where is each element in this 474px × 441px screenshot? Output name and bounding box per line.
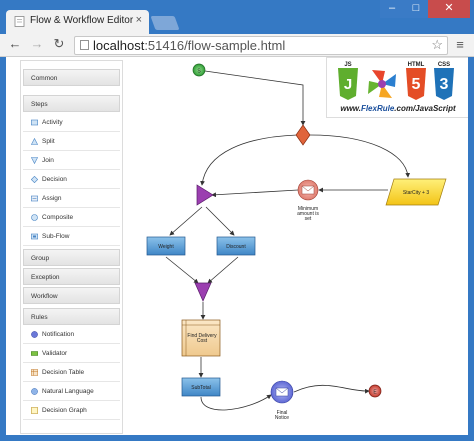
toolbox-item-label: Validator bbox=[42, 350, 68, 357]
toolbox-item-decision[interactable]: Decision bbox=[23, 170, 120, 189]
find-delivery-cost-node[interactable]: Find Delivery Cost bbox=[181, 319, 221, 357]
toolbox-item-split[interactable]: Split bbox=[23, 132, 120, 151]
back-button[interactable]: ← bbox=[6, 36, 24, 51]
section-steps[interactable]: Steps bbox=[23, 95, 120, 112]
reload-button[interactable]: ↻ bbox=[50, 36, 68, 52]
toolbox-item-subflow[interactable]: Sub-Flow bbox=[23, 227, 120, 246]
split-node[interactable] bbox=[196, 184, 214, 206]
connector-final-end bbox=[293, 384, 370, 394]
toolbox-item-label: Join bbox=[42, 157, 54, 164]
connector-decision-left bbox=[200, 134, 298, 186]
subflow-icon bbox=[31, 233, 38, 240]
discount-activity-node[interactable]: Discount bbox=[216, 236, 256, 256]
join-node[interactable] bbox=[194, 282, 212, 302]
toolbox-item-label: Decision Table bbox=[42, 369, 85, 376]
toolbox-item-label: Decision Graph bbox=[42, 407, 87, 414]
decision-icon bbox=[31, 176, 38, 183]
tab-title: Flow & Workflow Editor bbox=[30, 15, 134, 26]
section-group[interactable]: Group bbox=[23, 249, 120, 266]
bookmark-star-icon[interactable]: ☆ bbox=[431, 37, 443, 53]
url-path: :51416/flow-sample.html bbox=[144, 38, 286, 53]
notification-icon bbox=[31, 331, 38, 338]
section-exception[interactable]: Exception bbox=[23, 268, 120, 285]
activity-icon bbox=[31, 119, 38, 126]
close-window-button[interactable]: ✕ bbox=[428, 0, 470, 18]
start-node[interactable]: S bbox=[192, 63, 206, 77]
url-text: localhost:51416/flow-sample.html bbox=[93, 38, 285, 53]
svg-text:Notice: Notice bbox=[275, 415, 289, 421]
menu-icon[interactable]: ≡ bbox=[452, 37, 468, 52]
new-tab-button[interactable] bbox=[150, 16, 180, 30]
subtotal-activity-node[interactable]: SubTotal bbox=[181, 377, 221, 397]
flow-connectors bbox=[165, 70, 411, 411]
flow-canvas[interactable]: S StarCity + 3 Minimum amount is set Wei… bbox=[126, 57, 468, 435]
validator-icon bbox=[31, 351, 38, 356]
toolbox-item-label: Split bbox=[42, 138, 55, 145]
tab-close-button[interactable]: × bbox=[136, 14, 142, 26]
starcity-assign-node[interactable]: StarCity + 3 bbox=[385, 178, 447, 206]
decision-graph-icon bbox=[31, 407, 38, 414]
browser-tab[interactable]: Flow & Workflow Editor × bbox=[6, 10, 149, 34]
connector-weight-join bbox=[165, 256, 199, 284]
page-icon bbox=[14, 16, 25, 27]
toolbox-item-natural-language[interactable]: Natural Language bbox=[23, 382, 120, 401]
svg-text:set: set bbox=[305, 216, 312, 222]
minimize-button[interactable]: – bbox=[380, 0, 404, 18]
address-bar[interactable]: localhost:51416/flow-sample.html ☆ bbox=[74, 36, 448, 55]
decision-node[interactable] bbox=[295, 124, 311, 146]
toolbox-item-join[interactable]: Join bbox=[23, 151, 120, 170]
browser-window: Flow & Workflow Editor × – □ ✕ ← → ↻ loc… bbox=[0, 0, 474, 441]
forward-button[interactable]: → bbox=[28, 36, 46, 51]
toolbox-item-label: Natural Language bbox=[42, 388, 94, 395]
toolbox-item-composite[interactable]: Composite bbox=[23, 208, 120, 227]
composite-icon bbox=[31, 214, 38, 221]
split-icon bbox=[31, 138, 38, 145]
connector-split-weight bbox=[169, 206, 203, 236]
svg-text:Cost: Cost bbox=[197, 338, 208, 344]
toolbox-item-label: Sub-Flow bbox=[42, 233, 70, 240]
final-notice-notification-node[interactable]: Final Notice bbox=[270, 380, 294, 421]
toolbox-item-validator[interactable]: Validator bbox=[23, 344, 120, 363]
connector-subtotal-final bbox=[200, 394, 272, 411]
svg-text:Weight: Weight bbox=[158, 244, 174, 250]
svg-text:SubTotal: SubTotal bbox=[191, 385, 210, 391]
maximize-button[interactable]: □ bbox=[404, 0, 428, 18]
toolbox-item-label: Decision bbox=[42, 176, 67, 183]
join-icon bbox=[31, 157, 38, 164]
page-viewport: Common Steps Activity Split Join Decisio… bbox=[6, 57, 468, 435]
natural-language-icon bbox=[31, 388, 38, 395]
connector-start-decision bbox=[204, 70, 306, 126]
connector-decision-right bbox=[309, 134, 411, 178]
section-rules[interactable]: Rules bbox=[23, 308, 120, 325]
minimum-amount-notification-node[interactable]: Minimum amount is set bbox=[297, 179, 319, 222]
svg-text:StarCity + 3: StarCity + 3 bbox=[403, 190, 429, 196]
browser-toolbar: ← → ↻ localhost:51416/flow-sample.html ☆… bbox=[0, 34, 474, 57]
url-host: localhost bbox=[93, 38, 145, 53]
toolbox-item-label: Notification bbox=[42, 331, 75, 338]
weight-activity-node[interactable]: Weight bbox=[146, 236, 186, 256]
toolbox-item-assign[interactable]: Assign bbox=[23, 189, 120, 208]
title-bar: Flow & Workflow Editor × – □ ✕ bbox=[0, 0, 474, 34]
toolbox-item-label: Activity bbox=[42, 119, 63, 126]
decision-table-icon bbox=[31, 369, 38, 376]
svg-text:Discount: Discount bbox=[226, 244, 246, 250]
toolbox-item-decision-table[interactable]: Decision Table bbox=[23, 363, 120, 382]
section-common[interactable]: Common bbox=[23, 69, 120, 86]
toolbox-item-activity[interactable]: Activity bbox=[23, 113, 120, 132]
page-icon bbox=[80, 40, 89, 50]
toolbox-item-notification[interactable]: Notification bbox=[23, 325, 120, 344]
connector-minimum-split bbox=[211, 189, 299, 198]
section-workflow[interactable]: Workflow bbox=[23, 287, 120, 304]
toolbox-item-label: Assign bbox=[42, 195, 62, 202]
assign-icon bbox=[31, 195, 38, 202]
toolbox-item-label: Composite bbox=[42, 214, 74, 221]
connector-discount-join bbox=[207, 256, 239, 284]
toolbox-item-decision-graph[interactable]: Decision Graph bbox=[23, 401, 120, 420]
connector-split-discount bbox=[205, 206, 235, 236]
end-node[interactable]: E bbox=[368, 384, 382, 398]
toolbox-sidebar: Common Steps Activity Split Join Decisio… bbox=[20, 60, 123, 434]
